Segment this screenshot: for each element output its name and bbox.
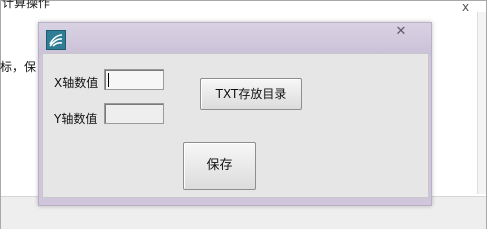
background-title-text: 计算操作: [2, 0, 51, 10]
txt-directory-button[interactable]: TXT存放目录: [200, 78, 302, 110]
x-axis-label: X轴数值: [54, 76, 99, 90]
background-scrollbar[interactable]: [477, 12, 486, 194]
save-button[interactable]: 保存: [183, 142, 256, 190]
dialog-window: ✕ X轴数值 Y轴数值 TXT存放目录 保存: [38, 22, 432, 206]
x-axis-input[interactable]: [104, 69, 164, 90]
close-icon[interactable]: ✕: [391, 23, 411, 41]
dialog-client-area: X轴数值 Y轴数值 TXT存放目录 保存: [42, 53, 429, 198]
background-close-icon[interactable]: x: [462, 0, 469, 14]
dialog-title-bar[interactable]: ✕: [39, 23, 431, 55]
app-logo-icon: [46, 30, 66, 50]
y-axis-label: Y轴数值: [54, 112, 98, 126]
y-axis-input[interactable]: [104, 103, 164, 124]
text-caret: [108, 73, 109, 87]
background-side-text: 标，保: [0, 60, 37, 74]
